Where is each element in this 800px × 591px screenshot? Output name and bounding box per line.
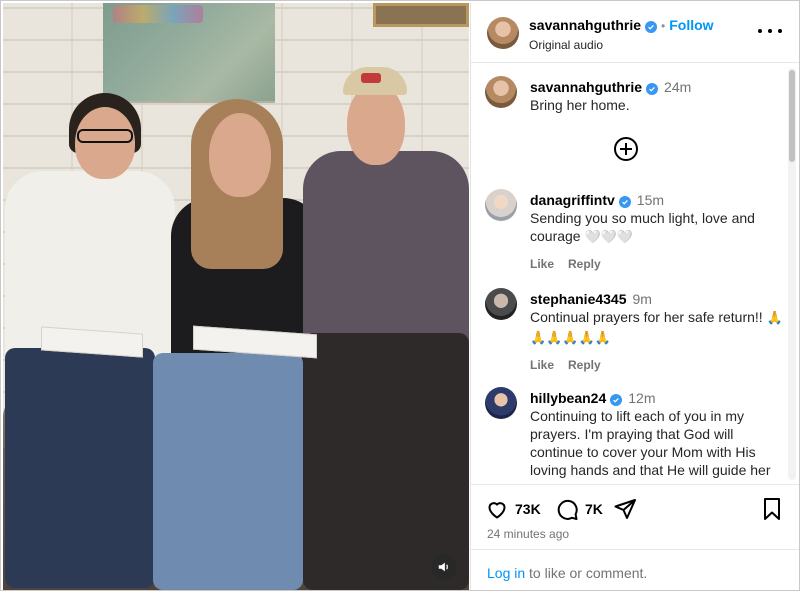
scrollbar-thumb[interactable]: [789, 70, 795, 162]
comment-time: 15m: [636, 192, 665, 208]
comment-emoji: 🤍🤍🤍: [584, 230, 634, 245]
like-comment-button[interactable]: Like: [530, 358, 554, 372]
share-icon[interactable]: [613, 497, 637, 521]
comment-username[interactable]: stephanie4345: [530, 291, 627, 307]
reply-button[interactable]: Reply: [568, 257, 601, 271]
bookmark-icon[interactable]: [761, 497, 783, 521]
audio-label[interactable]: Original audio: [529, 38, 714, 52]
author-avatar[interactable]: [487, 17, 519, 49]
caption-text: Bring her home.: [530, 97, 630, 113]
caption-time: 24m: [664, 79, 692, 95]
comments-scrollbar[interactable]: [788, 68, 796, 480]
post-sidebar: savannahguthrie • Follow Original audio sa…: [470, 3, 799, 590]
author-avatar[interactable]: [485, 76, 517, 108]
like-comment-button[interactable]: Like: [530, 257, 554, 271]
login-prompt: Log in to like or comment.: [471, 549, 799, 590]
author-username[interactable]: savannahguthrie: [529, 17, 641, 33]
post-window: savannahguthrie • Follow Original audio sa…: [0, 0, 800, 591]
comments-count[interactable]: 7K: [585, 501, 603, 517]
video-player[interactable]: [3, 3, 469, 590]
login-link[interactable]: Log in: [487, 565, 525, 581]
reply-button[interactable]: Reply: [568, 358, 601, 372]
comment-text: Continuing to lift each of you in my pra…: [530, 408, 771, 483]
verified-badge-icon: [646, 83, 659, 95]
post-time[interactable]: 24 minutes ago: [487, 527, 569, 541]
comment-username[interactable]: hillybean24: [530, 390, 606, 406]
comment-time: 12m: [628, 390, 656, 406]
likes-count[interactable]: 73K: [515, 501, 541, 517]
volume-button[interactable]: [431, 554, 457, 580]
login-text: to like or comment.: [525, 565, 648, 581]
comment-icon[interactable]: [555, 497, 579, 521]
comment-time: 9m: [632, 291, 652, 307]
post-actions: 73K 7K 24 minutes ago: [471, 484, 799, 548]
add-comment-icon[interactable]: [614, 137, 638, 161]
commenter-avatar[interactable]: [485, 288, 517, 320]
comment-action: 7K: [555, 497, 603, 521]
verified-badge-icon: [618, 196, 631, 208]
comments-list[interactable]: savannahguthrie 24m Bring her home. danag…: [471, 64, 799, 483]
more-options-icon[interactable]: [758, 21, 782, 41]
picture-frame: [373, 3, 469, 27]
heart-icon[interactable]: [485, 497, 509, 521]
verified-badge-icon: [610, 394, 623, 406]
share-action: [613, 497, 637, 521]
wall-painting: [103, 3, 275, 103]
comment-text: Sending you so much light, love and cour…: [530, 210, 759, 244]
save-action: [761, 497, 783, 521]
like-action: 73K: [485, 497, 541, 521]
separator-dot: •: [661, 19, 666, 33]
post-header: savannahguthrie • Follow Original audio: [471, 3, 799, 63]
commenter-avatar[interactable]: [485, 189, 517, 221]
comment-text: Continual prayers for her safe return!!: [530, 309, 763, 325]
volume-icon: [438, 562, 448, 572]
verified-badge-icon: [645, 21, 658, 33]
comment-username[interactable]: danagriffintv: [530, 192, 615, 208]
follow-button[interactable]: Follow: [669, 17, 713, 33]
caption-username[interactable]: savannahguthrie: [530, 79, 642, 95]
commenter-avatar[interactable]: [485, 387, 517, 419]
